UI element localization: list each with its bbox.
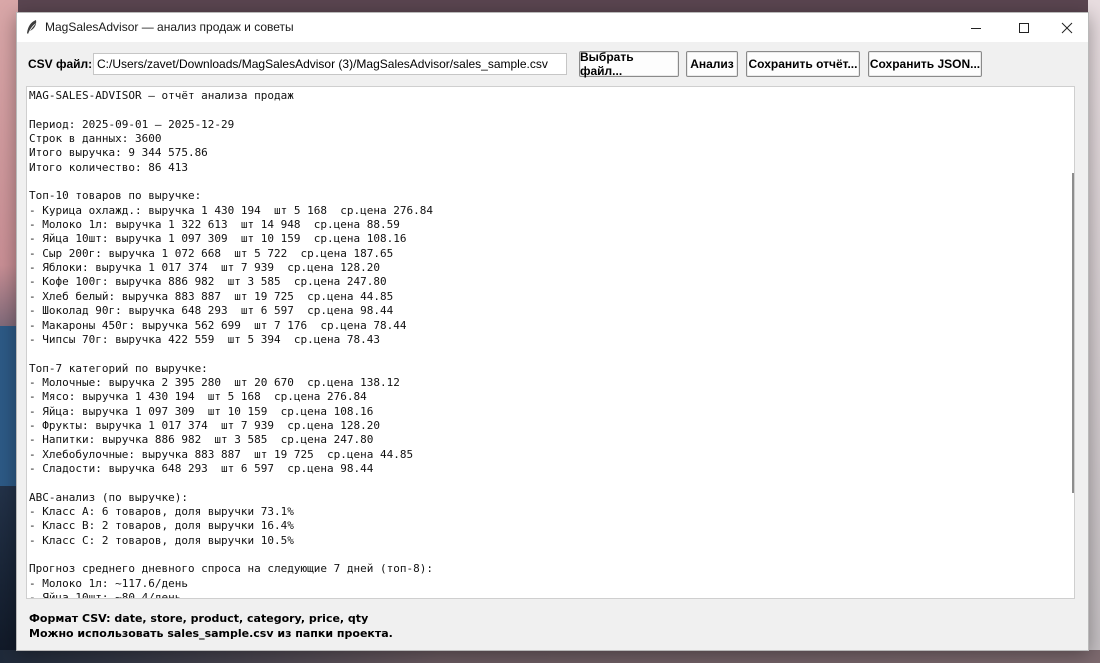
report-content: MAG-SALES-ADVISOR — отчёт анализа продаж… — [29, 89, 433, 599]
csv-path-input[interactable]: C:/Users/zavet/Downloads/MagSalesAdvisor… — [93, 53, 567, 75]
desktop-background-bottom — [0, 650, 1100, 663]
app-window: MagSalesAdvisor — анализ продаж и советы… — [16, 12, 1089, 651]
report-scrollbar[interactable] — [1072, 173, 1074, 493]
report-text-area[interactable]: MAG-SALES-ADVISOR — отчёт анализа продаж… — [26, 86, 1075, 599]
footer-hint: Формат CSV: date, store, product, catego… — [29, 612, 393, 641]
toolbar: CSV файл: C:/Users/zavet/Downloads/MagSa… — [17, 42, 1088, 86]
maximize-button[interactable] — [1001, 13, 1047, 42]
minimize-button[interactable] — [953, 13, 999, 42]
csv-file-label: CSV файл: — [28, 57, 93, 71]
feather-icon — [27, 20, 37, 34]
desktop-background-right — [1088, 0, 1100, 663]
save-json-button[interactable]: Сохранить JSON... — [868, 51, 982, 77]
choose-file-button[interactable]: Выбрать файл... — [579, 50, 679, 78]
analyze-button[interactable]: Анализ — [686, 51, 738, 77]
save-report-button[interactable]: Сохранить отчёт... — [746, 51, 860, 77]
close-icon — [1061, 22, 1073, 33]
footer-format-line: Формат CSV: date, store, product, catego… — [29, 612, 369, 625]
footer-sample-line: Можно использовать sales_sample.csv из п… — [29, 626, 393, 640]
maximize-icon — [1019, 22, 1029, 33]
title-bar[interactable]: MagSalesAdvisor — анализ продаж и советы — [17, 13, 1088, 42]
minimize-icon — [971, 27, 981, 29]
close-button[interactable] — [1044, 13, 1090, 42]
window-title: MagSalesAdvisor — анализ продаж и советы — [45, 20, 294, 34]
